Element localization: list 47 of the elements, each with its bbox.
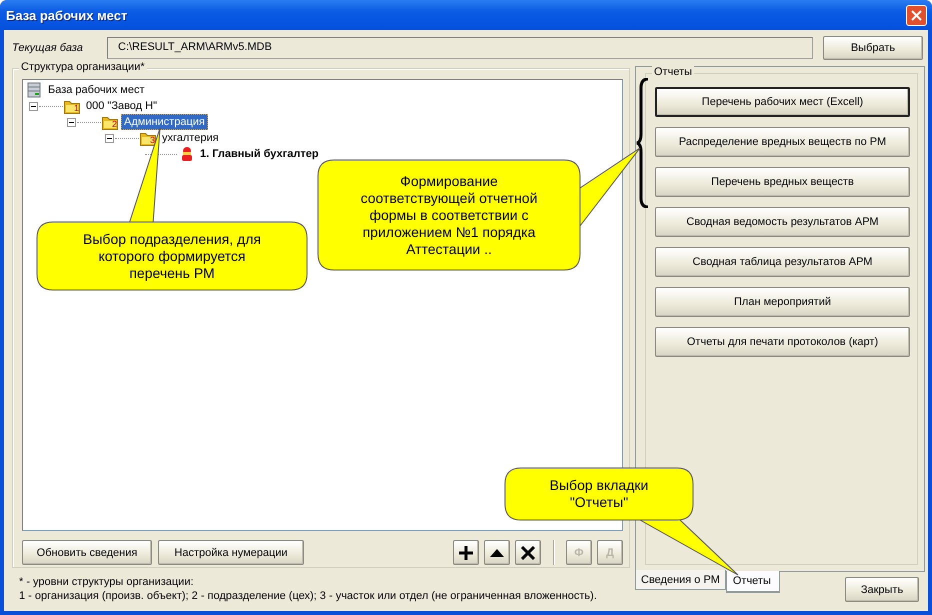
delete-icon bbox=[521, 546, 535, 560]
report-button[interactable]: Перечень рабочих мест (Excell) bbox=[655, 87, 910, 117]
add-button[interactable] bbox=[453, 540, 479, 565]
tree-item[interactable]: 1. Главный бухгалтер bbox=[197, 146, 322, 162]
tree-item[interactable]: 000 "Завод Н" bbox=[83, 98, 160, 114]
database-path-field: C:\RESULT_ARM\ARMv5.MDB bbox=[107, 37, 813, 59]
tree-item[interactable]: База рабочих мест bbox=[45, 82, 148, 98]
database-icon bbox=[26, 82, 42, 98]
expander-toggle[interactable] bbox=[29, 102, 38, 110]
folder-icon bbox=[140, 130, 156, 146]
close-dialog-button[interactable]: Закрыть bbox=[845, 577, 919, 602]
callout-text: Выбор подразделения, для которого формируется перечень РМ bbox=[82, 230, 262, 282]
footnote-text: * - уровни структуры организации: bbox=[19, 575, 195, 589]
tree-item[interactable]: ухгалтерия bbox=[159, 130, 222, 146]
level-number: 1 bbox=[74, 104, 79, 113]
report-button[interactable]: Отчеты для печати протоколов (карт) bbox=[655, 327, 910, 357]
callout-text: Формирование соответствующей отчетной формы в соответствии с приложением №1 порядка Аттестации .. bbox=[360, 172, 538, 258]
close-button[interactable] bbox=[906, 4, 927, 26]
triangle-up-icon bbox=[490, 548, 504, 556]
plus-icon bbox=[459, 546, 473, 560]
refresh-button[interactable]: Обновить сведения bbox=[22, 540, 152, 565]
expander-toggle[interactable] bbox=[67, 118, 76, 126]
close-icon bbox=[911, 10, 922, 20]
report-button[interactable]: Распределение вредных веществ по РМ bbox=[655, 127, 910, 157]
tab[interactable]: Сведения о РМ bbox=[635, 570, 726, 590]
folder-icon bbox=[64, 98, 80, 114]
window-title: База рабочих мест bbox=[6, 8, 128, 22]
tab[interactable]: Отчеты bbox=[726, 571, 780, 593]
choose-button[interactable]: Выбрать bbox=[823, 36, 923, 60]
report-button[interactable]: План мероприятий bbox=[655, 287, 910, 317]
report-button[interactable]: Сводная таблица результатов АРМ bbox=[655, 247, 910, 277]
level-number: 2 bbox=[112, 120, 117, 129]
footnote-text: 1 - организация (произв. объект); 2 - подразделение (цех); 3 - участок или отдел (не ограниченная вложенность). bbox=[19, 589, 598, 603]
group-title: Отчеты bbox=[652, 66, 694, 78]
move-up-button[interactable] bbox=[484, 540, 510, 565]
level-number: 3 bbox=[150, 136, 155, 145]
worker-icon bbox=[180, 146, 194, 162]
tree-item[interactable]: Администрация bbox=[121, 114, 208, 130]
report-button[interactable]: Перечень вредных веществ bbox=[655, 167, 910, 197]
numbering-button[interactable]: Настройка нумерации bbox=[158, 540, 304, 565]
group-title: Структура организации* bbox=[19, 61, 147, 73]
folder-icon bbox=[102, 114, 118, 130]
callout-text: Выбор вкладки "Отчеты" bbox=[548, 477, 650, 511]
report-button[interactable]: Сводная ведомость результатов АРМ bbox=[655, 207, 910, 237]
expander-toggle[interactable] bbox=[105, 134, 114, 142]
field-label: Текущая база bbox=[12, 42, 84, 54]
delete-button[interactable] bbox=[515, 540, 541, 565]
